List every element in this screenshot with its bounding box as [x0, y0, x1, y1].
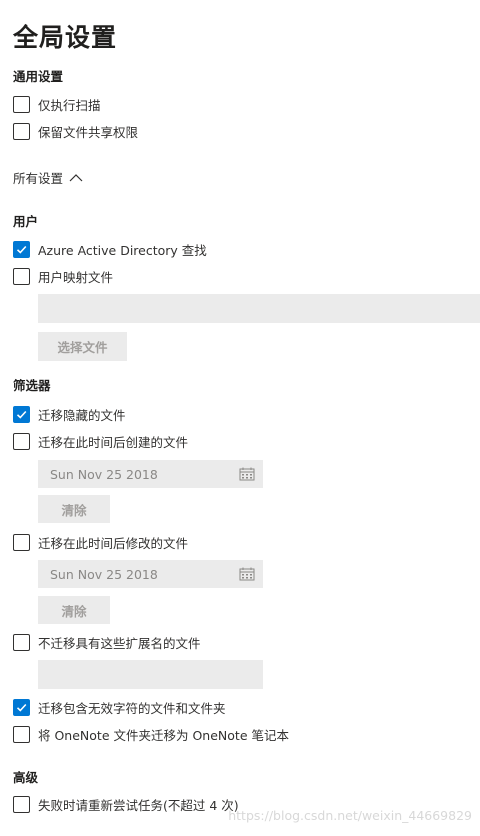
retry-failed-option[interactable]: 失败时请重新尝试任务(不超过 4 次) [13, 794, 239, 814]
retry-failed-label: 失败时请重新尝试任务(不超过 4 次) [38, 797, 239, 813]
exclude-extensions-option[interactable]: 不迁移具有这些扩展名的文件 [13, 632, 201, 652]
section-advanced-heading: 高级 [13, 770, 39, 785]
watermark-text: https://blog.csdn.net/weixin_44669829 [228, 808, 472, 823]
migrate-hidden-checkbox[interactable] [13, 405, 30, 423]
invalid-chars-label: 迁移包含无效字符的文件和文件夹 [38, 700, 226, 716]
invalid-chars-option[interactable]: 迁移包含无效字符的文件和文件夹 [13, 697, 226, 717]
scan-only-option[interactable]: 仅执行扫描 [13, 94, 101, 114]
choose-file-button[interactable]: 选择文件 [38, 332, 127, 361]
section-general-heading: 通用设置 [13, 69, 64, 84]
chevron-up-icon [69, 174, 83, 182]
user-mapping-file-checkbox[interactable] [13, 267, 30, 285]
azure-ad-lookup-label: Azure Active Directory 查找 [38, 242, 207, 258]
exclude-extensions-label: 不迁移具有这些扩展名的文件 [38, 635, 201, 651]
created-after-date-picker[interactable]: Sun Nov 25 2018 [38, 460, 263, 488]
retry-failed-checkbox[interactable] [13, 795, 30, 813]
calendar-icon[interactable] [239, 467, 255, 481]
created-after-clear-button[interactable]: 清除 [38, 495, 110, 523]
scan-only-checkbox[interactable] [13, 95, 30, 113]
section-users-heading: 用户 [13, 214, 39, 229]
preserve-share-perms-checkbox[interactable] [13, 122, 30, 140]
modified-after-checkbox[interactable] [13, 533, 30, 551]
migrate-hidden-label: 迁移隐藏的文件 [38, 407, 126, 423]
all-settings-label: 所有设置 [13, 171, 64, 186]
user-mapping-file-label: 用户映射文件 [38, 269, 114, 285]
invalid-chars-checkbox[interactable] [13, 698, 30, 716]
created-after-date-value: Sun Nov 25 2018 [50, 466, 158, 482]
modified-after-option[interactable]: 迁移在此时间后修改的文件 [13, 532, 188, 552]
page-title: 全局设置 [13, 23, 118, 52]
user-mapping-file-path-input[interactable] [38, 294, 480, 323]
checkmark-icon [16, 410, 27, 419]
exclude-extensions-input[interactable] [38, 660, 263, 689]
preserve-share-perms-label: 保留文件共享权限 [38, 124, 139, 140]
exclude-extensions-checkbox[interactable] [13, 633, 30, 651]
created-after-label: 迁移在此时间后创建的文件 [38, 434, 189, 450]
azure-ad-lookup-option[interactable]: Azure Active Directory 查找 [13, 239, 207, 259]
azure-ad-lookup-checkbox[interactable] [13, 240, 30, 258]
all-settings-toggle[interactable]: 所有设置 [13, 168, 83, 187]
preserve-share-perms-option[interactable]: 保留文件共享权限 [13, 121, 138, 141]
checkmark-icon [16, 703, 27, 712]
checkmark-icon [16, 245, 27, 254]
created-after-checkbox[interactable] [13, 432, 30, 450]
onenote-label: 将 OneNote 文件夹迁移为 OneNote 笔记本 [38, 727, 289, 743]
calendar-icon[interactable] [239, 567, 255, 581]
created-after-option[interactable]: 迁移在此时间后创建的文件 [13, 431, 188, 451]
scan-only-label: 仅执行扫描 [38, 97, 101, 113]
section-filters-heading: 筛选器 [13, 378, 51, 393]
onenote-option[interactable]: 将 OneNote 文件夹迁移为 OneNote 笔记本 [13, 724, 289, 744]
modified-after-clear-button[interactable]: 清除 [38, 596, 110, 624]
modified-after-label: 迁移在此时间后修改的文件 [38, 535, 189, 551]
onenote-checkbox[interactable] [13, 725, 30, 743]
modified-after-date-picker[interactable]: Sun Nov 25 2018 [38, 560, 263, 588]
user-mapping-file-option[interactable]: 用户映射文件 [13, 266, 113, 286]
migrate-hidden-option[interactable]: 迁移隐藏的文件 [13, 404, 126, 424]
modified-after-date-value: Sun Nov 25 2018 [50, 566, 158, 582]
